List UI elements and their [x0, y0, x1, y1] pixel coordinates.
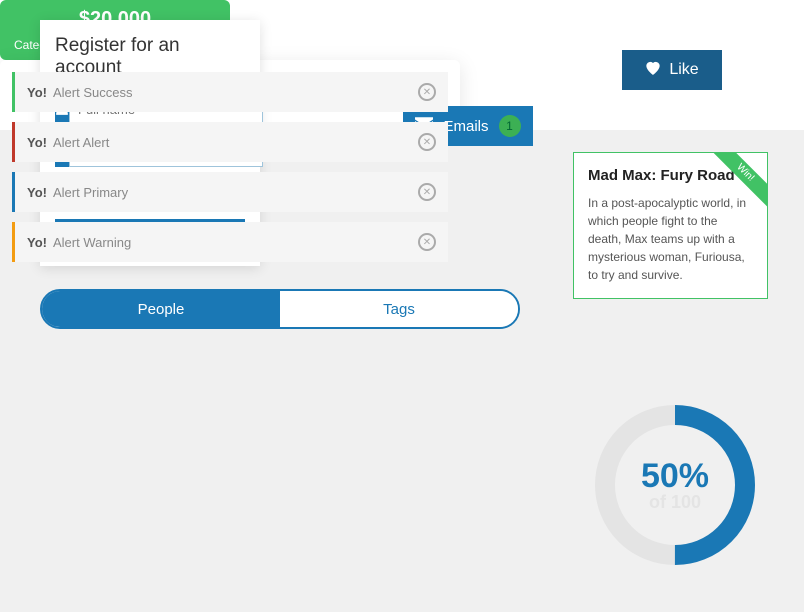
emails-count-badge: 1: [499, 115, 521, 137]
ribbon: Win!: [711, 153, 767, 209]
tab-people[interactable]: People: [42, 291, 280, 327]
progress-ring: 50% of 100: [590, 400, 760, 570]
close-icon[interactable]: ✕: [418, 83, 436, 101]
alert-warning: Yo! Alert Warning ✕: [12, 222, 448, 262]
alert-prefix: Yo!: [27, 85, 47, 100]
heart-icon: [645, 61, 661, 80]
like-button[interactable]: Like: [622, 50, 722, 90]
close-icon[interactable]: ✕: [418, 133, 436, 151]
tabs: People Tags: [40, 289, 520, 329]
ribbon-label: Win!: [711, 153, 767, 207]
close-icon[interactable]: ✕: [418, 233, 436, 251]
alert-primary: Yo! Alert Primary ✕: [12, 172, 448, 212]
alert-message: Alert Warning: [53, 235, 131, 250]
alert-prefix: Yo!: [27, 185, 47, 200]
close-icon[interactable]: ✕: [418, 183, 436, 201]
tab-tags[interactable]: Tags: [280, 291, 518, 327]
ring-sub: of 100: [649, 492, 701, 513]
alert-message: Alert Success: [53, 85, 132, 100]
alert-message: Alert Alert: [53, 135, 109, 150]
alert-success: Yo! Alert Success ✕: [12, 72, 448, 112]
alert-error: Yo! Alert Alert ✕: [12, 122, 448, 162]
ring-percent: 50%: [641, 457, 709, 496]
emails-label: Emails: [443, 118, 488, 135]
movie-card: Win! Mad Max: Fury Road In a post-apocal…: [573, 152, 768, 299]
like-label: Like: [669, 61, 698, 79]
alert-message: Alert Primary: [53, 185, 128, 200]
alert-prefix: Yo!: [27, 235, 47, 250]
alert-prefix: Yo!: [27, 135, 47, 150]
